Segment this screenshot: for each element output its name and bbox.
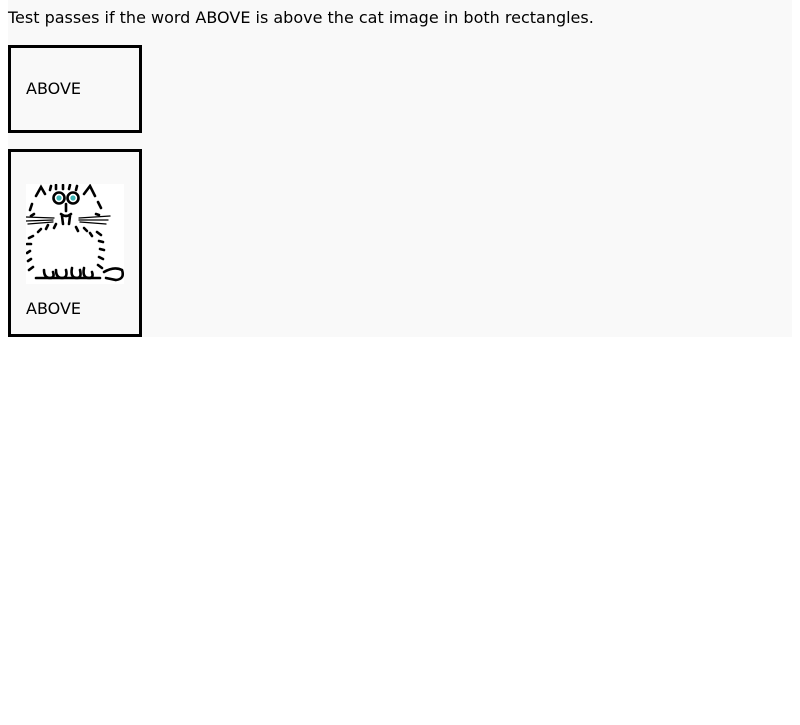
test-instruction: Test passes if the word ABOVE is above t… [8, 8, 594, 27]
cat-icon [26, 184, 124, 284]
rectangle-1: ABOVE [8, 45, 142, 133]
above-label: ABOVE [26, 299, 82, 318]
above-label: ABOVE [26, 79, 82, 98]
rectangle-2: ABOVE [8, 149, 142, 337]
test-page: Test passes if the word ABOVE is above t… [8, 0, 792, 337]
